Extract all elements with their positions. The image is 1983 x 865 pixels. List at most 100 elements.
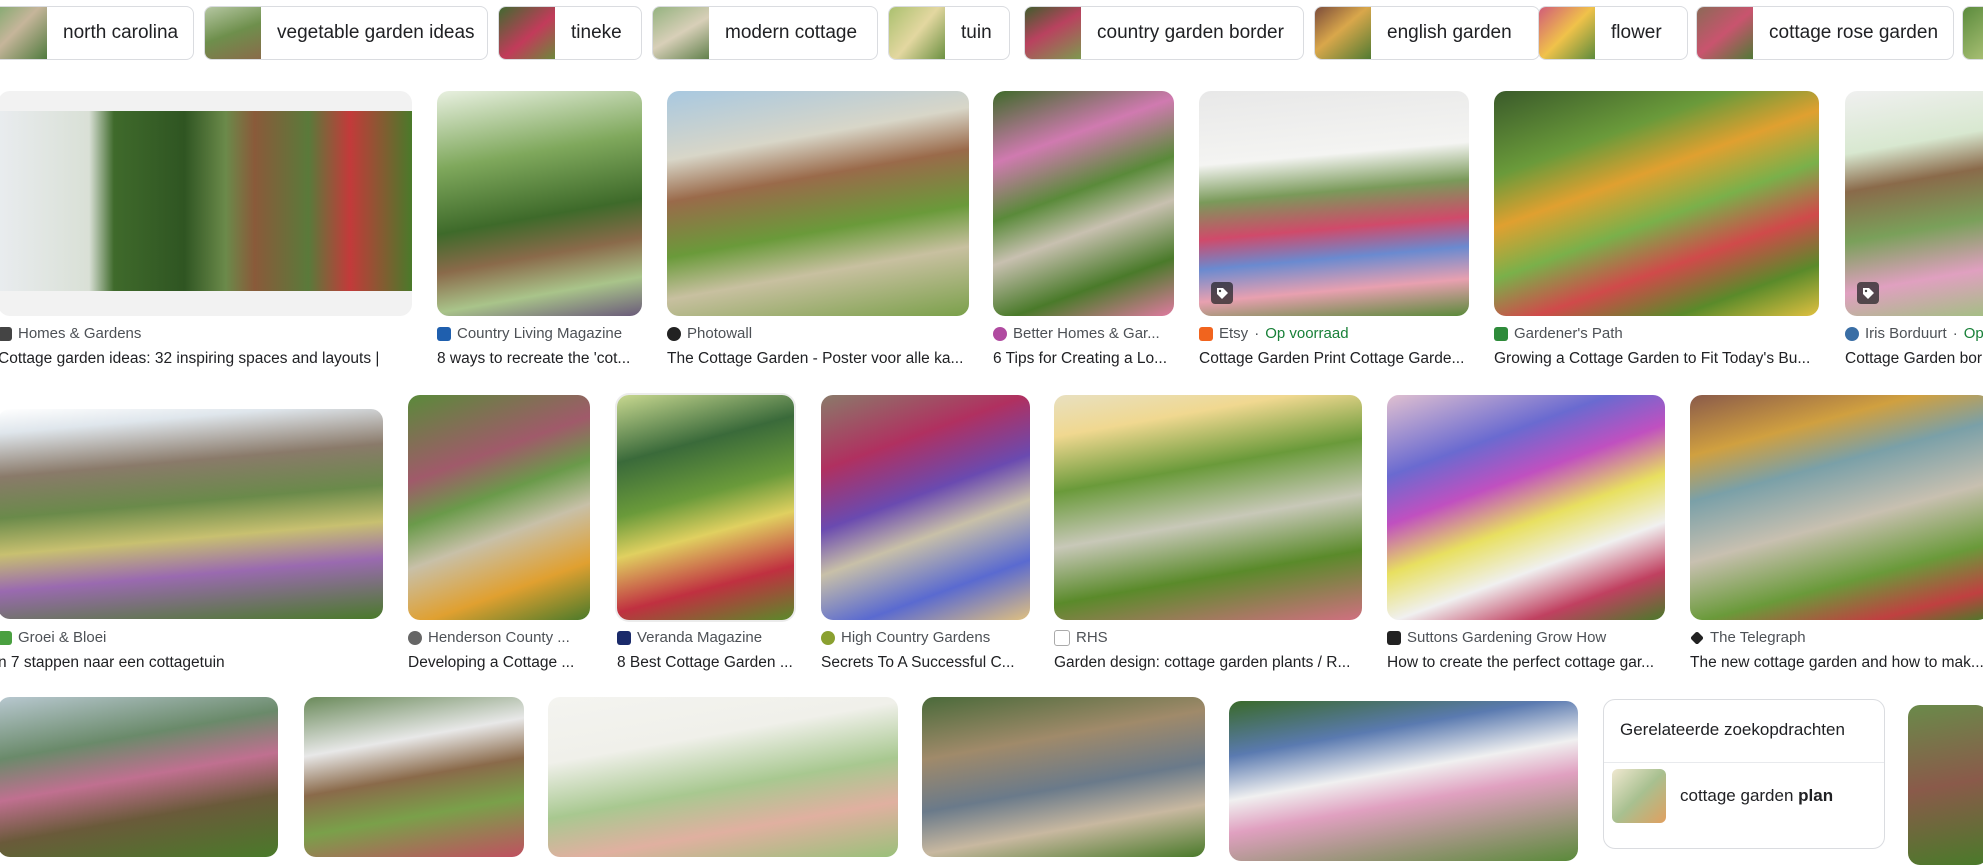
result-title[interactable]: Garden design: cottage garden plants / R… xyxy=(1054,654,1362,672)
result-image[interactable] xyxy=(922,697,1205,857)
related-search-item[interactable]: cottage garden plan xyxy=(1604,762,1884,829)
result-telegraph[interactable]: The Telegraph The new cottage garden and… xyxy=(1690,395,1983,675)
site-favicon-icon xyxy=(617,630,631,645)
chip-label: tineke xyxy=(571,22,622,43)
result-title[interactable]: 8 ways to recreate the 'cot... xyxy=(437,350,642,368)
result-photowall[interactable]: Photowall The Cottage Garden - Poster vo… xyxy=(667,91,969,371)
result-source[interactable]: Iris Borduurt · Op xyxy=(1845,325,1983,342)
chip-flower[interactable]: flower xyxy=(1538,6,1688,60)
chip-thumbnail xyxy=(0,7,47,59)
result-row3-3[interactable] xyxy=(548,697,898,857)
result-source[interactable]: Etsy · Op voorraad xyxy=(1199,325,1469,342)
chip-country-garden-border[interactable]: country garden border xyxy=(1024,6,1304,60)
chip-thumbnail xyxy=(889,7,945,59)
price-tag-icon xyxy=(1211,282,1233,304)
chip-tineke[interactable]: tineke xyxy=(498,6,642,60)
related-searches-panel: Gerelateerde zoekopdrachten cottage gard… xyxy=(1603,699,1885,849)
result-source[interactable]: Veranda Magazine xyxy=(617,629,794,646)
result-veranda[interactable]: Veranda Magazine 8 Best Cottage Garden .… xyxy=(617,395,794,675)
result-image[interactable] xyxy=(1908,705,1983,865)
stock-status: Op voorraad xyxy=(1265,325,1349,342)
result-iris-borduurt[interactable]: Iris Borduurt · Op Cottage Garden bor xyxy=(1845,91,1983,371)
result-source[interactable]: Groei & Bloei xyxy=(0,629,383,646)
result-source[interactable]: Homes & Gardens xyxy=(0,325,412,342)
result-title[interactable]: 8 Best Cottage Garden ... xyxy=(617,654,794,672)
chip-modern-cottage[interactable]: modern cottage xyxy=(652,6,878,60)
result-title[interactable]: Cottage Garden bor xyxy=(1845,350,1983,368)
result-groei-bloei[interactable]: Groei & Bloei n 7 stappen naar een cotta… xyxy=(0,395,385,675)
result-image[interactable] xyxy=(548,697,898,857)
result-source[interactable]: Gardener's Path xyxy=(1494,325,1819,342)
result-image[interactable] xyxy=(993,91,1174,316)
result-image[interactable] xyxy=(1387,395,1665,620)
result-source[interactable]: Country Living Magazine xyxy=(437,325,642,342)
result-row3-6[interactable] xyxy=(1908,705,1983,865)
result-title[interactable]: The Cottage Garden - Poster voor alle ka… xyxy=(667,350,969,368)
result-title[interactable]: Cottage garden ideas: 32 inspiring space… xyxy=(0,350,412,368)
result-etsy[interactable]: Etsy · Op voorraad Cottage Garden Print … xyxy=(1199,91,1469,371)
result-image[interactable] xyxy=(1690,395,1983,620)
result-image[interactable] xyxy=(1199,91,1469,316)
result-title[interactable]: Growing a Cottage Garden to Fit Today's … xyxy=(1494,350,1819,368)
result-source[interactable]: High Country Gardens xyxy=(821,629,1030,646)
chip-tuin[interactable]: tuin xyxy=(888,6,1010,60)
result-image[interactable] xyxy=(0,409,383,619)
result-title[interactable]: Developing a Cottage ... xyxy=(408,654,590,672)
result-source[interactable]: Photowall xyxy=(667,325,969,342)
chip-thumbnail xyxy=(1963,7,1983,59)
chip-english-garden[interactable]: english garden xyxy=(1314,6,1540,60)
result-image[interactable] xyxy=(617,395,794,620)
result-image[interactable] xyxy=(437,91,642,316)
result-source[interactable]: The Telegraph xyxy=(1690,629,1983,646)
chip-vegetable-garden-ideas[interactable]: vegetable garden ideas xyxy=(204,6,488,60)
site-favicon-icon xyxy=(667,326,681,341)
result-row3-5[interactable] xyxy=(1229,701,1578,861)
result-high-country[interactable]: High Country Gardens Secrets To A Succes… xyxy=(821,395,1030,675)
chip-label: north carolina xyxy=(63,22,179,43)
result-rhs[interactable]: RHS Garden design: cottage garden plants… xyxy=(1054,395,1362,675)
result-country-living[interactable]: Country Living Magazine 8 ways to recrea… xyxy=(437,91,642,371)
chip-label: cottage rose garden xyxy=(1769,22,1939,43)
site-favicon-icon xyxy=(1387,630,1401,645)
site-favicon-icon xyxy=(993,326,1007,341)
result-homes-gardens[interactable]: Homes & Gardens Cottage garden ideas: 32… xyxy=(0,91,412,371)
result-title[interactable]: The new cottage garden and how to mak... xyxy=(1690,654,1983,672)
result-image[interactable] xyxy=(667,91,969,316)
site-favicon-icon xyxy=(0,630,12,645)
result-image[interactable] xyxy=(821,395,1030,620)
result-image[interactable] xyxy=(408,395,590,620)
related-search-thumbnail xyxy=(1612,769,1666,823)
result-title[interactable]: 6 Tips for Creating a Lo... xyxy=(993,350,1174,368)
chip-north-carolina[interactable]: north carolina xyxy=(0,6,194,60)
chip-partial[interactable] xyxy=(1962,6,1983,60)
result-source[interactable]: Suttons Gardening Grow How xyxy=(1387,629,1665,646)
chip-thumbnail xyxy=(499,7,555,59)
result-image[interactable] xyxy=(0,697,278,857)
chip-thumbnail xyxy=(1697,7,1753,59)
result-title[interactable]: How to create the perfect cottage gar... xyxy=(1387,654,1665,672)
result-henderson-county[interactable]: Henderson County ... Developing a Cottag… xyxy=(408,395,590,675)
chip-cottage-rose-garden[interactable]: cottage rose garden xyxy=(1696,6,1954,60)
result-gardeners-path[interactable]: Gardener's Path Growing a Cottage Garden… xyxy=(1494,91,1819,371)
stock-status: Op xyxy=(1963,325,1983,342)
result-image[interactable] xyxy=(1054,395,1362,620)
result-title[interactable]: Cottage Garden Print Cottage Garde... xyxy=(1199,350,1469,368)
result-row3-4[interactable] xyxy=(922,697,1205,857)
result-row3-2[interactable] xyxy=(304,697,524,857)
result-source[interactable]: RHS xyxy=(1054,629,1362,646)
result-image[interactable] xyxy=(1229,701,1578,861)
result-image[interactable] xyxy=(1494,91,1819,316)
site-favicon-icon xyxy=(0,326,12,341)
site-favicon-icon xyxy=(1845,326,1859,341)
result-image[interactable] xyxy=(304,697,524,857)
result-source[interactable]: Better Homes & Gar... xyxy=(993,325,1174,342)
result-suttons[interactable]: Suttons Gardening Grow How How to create… xyxy=(1387,395,1665,675)
result-row3-1[interactable] xyxy=(0,697,278,857)
result-source[interactable]: Henderson County ... xyxy=(408,629,590,646)
result-better-homes[interactable]: Better Homes & Gar... 6 Tips for Creatin… xyxy=(993,91,1174,371)
site-favicon-icon xyxy=(1199,326,1213,341)
result-title[interactable]: n 7 stappen naar een cottagetuin xyxy=(0,654,383,672)
related-chips-row: north carolina vegetable garden ideas ti… xyxy=(0,6,1983,62)
result-title[interactable]: Secrets To A Successful C... xyxy=(821,654,1030,672)
result-image[interactable] xyxy=(0,91,412,316)
